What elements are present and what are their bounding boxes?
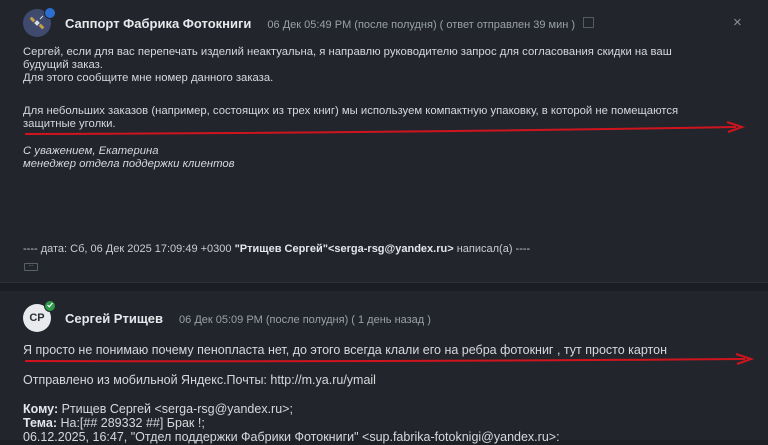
quote-header: ---- дата: Сб, 06 Дек 2025 17:09:49 +030… bbox=[23, 243, 530, 255]
quote-suffix: написал(а) ---- bbox=[453, 243, 531, 255]
status-badge bbox=[44, 300, 56, 312]
message-header: Сергей Ртищев 06 Дек 05:09 PM (после пол… bbox=[65, 311, 431, 326]
message-meta: 06 Дек 05:09 PM (после полудня) ( 1 день… bbox=[179, 314, 431, 326]
body-line: Отправлено из мобильной Яндекс.Почты: ht… bbox=[23, 373, 376, 387]
tag-icon[interactable] bbox=[583, 17, 595, 28]
body-line: защитные уголки. bbox=[23, 118, 116, 130]
sender-name[interactable]: Саппорт Фабрика Фотокниги bbox=[65, 16, 251, 31]
to-value: Ртищев Сергей <serga-rsg@yandex.ru>; bbox=[58, 402, 293, 416]
close-icon[interactable]: × bbox=[733, 14, 742, 31]
sender-name[interactable]: Сергей Ртищев bbox=[65, 311, 163, 326]
status-badge bbox=[44, 7, 56, 19]
expand-quote-button[interactable]: ... bbox=[24, 262, 38, 271]
quoted-line: 06.12.2025, 16:47, "Отдел поддержки Фабр… bbox=[23, 430, 560, 444]
checkmark-icon bbox=[47, 302, 53, 308]
body-line: Сергей, если для вас перепечать изделий … bbox=[23, 46, 672, 58]
message-divider bbox=[0, 282, 768, 291]
quote-prefix: ---- дата: Сб, 06 Дек 2025 17:09:49 +030… bbox=[23, 243, 235, 255]
to-label: Кому: bbox=[23, 402, 59, 416]
subject-value: На:[## 289332 ##] Брак !; bbox=[57, 416, 205, 430]
body-line: Для этого сообщите мне номер данного зак… bbox=[23, 72, 274, 84]
ticket-reply-support: Саппорт Фабрика Фотокниги 06 Дек 05:49 P… bbox=[0, 0, 768, 282]
body-line: будущий заказ. bbox=[23, 59, 103, 71]
message-header: Саппорт Фабрика Фотокниги 06 Дек 05:49 P… bbox=[65, 16, 595, 31]
signature-line: С уважением, Екатерина bbox=[23, 145, 159, 157]
body-line: Я просто не понимаю почему пенопласта не… bbox=[23, 343, 667, 357]
signature-line: менеджер отдела поддержки клиентов bbox=[23, 158, 235, 170]
message-meta: 06 Дек 05:49 PM (после полудня) ( ответ … bbox=[267, 19, 576, 31]
satellite-icon bbox=[29, 15, 45, 30]
subject-label: Тема: bbox=[23, 416, 57, 430]
subject-line: Тема: На:[## 289332 ##] Брак !; bbox=[23, 416, 205, 431]
body-line: Для небольших заказов (например, состоящ… bbox=[23, 105, 679, 117]
to-line: Кому: Ртищев Сергей <serga-rsg@yandex.ru… bbox=[23, 402, 293, 417]
quote-from: "Ртищев Сергей"<serga-rsg@yandex.ru> bbox=[234, 243, 454, 255]
